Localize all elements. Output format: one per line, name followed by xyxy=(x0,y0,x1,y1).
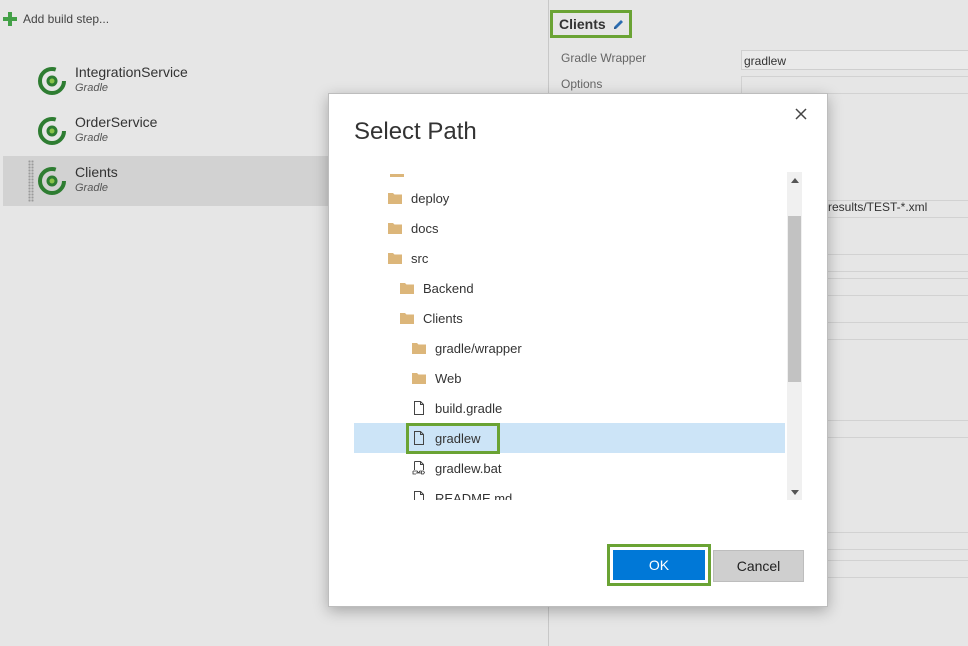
folder-icon xyxy=(400,313,414,324)
ok-button-highlight: OK xyxy=(607,544,711,586)
step-name: IntegrationService xyxy=(75,64,188,80)
file-icon xyxy=(414,431,424,445)
tree-item-readme[interactable]: README.md xyxy=(354,483,785,500)
pencil-icon[interactable] xyxy=(612,18,625,31)
build-step-orderservice[interactable]: OrderService Gradle xyxy=(3,106,329,156)
tree-item-docs[interactable]: docs xyxy=(354,213,785,243)
folder-icon xyxy=(388,223,402,234)
tree-item-label: Web xyxy=(435,370,462,386)
scroll-up-button[interactable] xyxy=(787,172,802,188)
add-build-step-button[interactable]: Add build step... xyxy=(3,12,109,26)
file-icon xyxy=(414,491,424,500)
folder-icon xyxy=(400,283,414,294)
tree-item-src[interactable]: src xyxy=(354,243,785,273)
tree-item-gradlew[interactable]: gradlew xyxy=(354,423,785,454)
dialog-title: Select Path xyxy=(354,118,477,145)
tree-item-backend[interactable]: Backend xyxy=(354,273,785,303)
step-type: Gradle xyxy=(75,182,109,194)
path-tree: deploy docs src Backend Clients gradle/w… xyxy=(354,174,785,500)
gradle-task-icon xyxy=(38,167,66,195)
step-name: Clients xyxy=(75,164,118,180)
gradle-task-icon xyxy=(38,67,66,95)
step-title[interactable]: Clients xyxy=(550,10,632,38)
tree-item-label: build.gradle xyxy=(435,400,503,416)
gradle-wrapper-input[interactable]: gradlew xyxy=(741,50,968,70)
step-title-text: Clients xyxy=(559,16,606,32)
tree-item-label: gradlew.bat xyxy=(435,460,502,476)
arrow-up-icon xyxy=(790,177,799,183)
options-label: Options xyxy=(561,77,603,91)
tree-scrollbar[interactable] xyxy=(787,172,802,500)
options-input[interactable] xyxy=(741,76,968,94)
build-step-integrationservice[interactable]: IntegrationService Gradle xyxy=(3,56,329,106)
step-type: Gradle xyxy=(75,82,109,94)
tree-item-label: gradlew xyxy=(435,430,481,446)
tree-item-label: src xyxy=(411,250,429,266)
arrow-down-icon xyxy=(790,489,799,495)
file-icon xyxy=(414,401,424,415)
folder-icon xyxy=(388,193,402,204)
tree-item-deploy[interactable]: deploy xyxy=(354,183,785,213)
scroll-down-button[interactable] xyxy=(787,484,802,500)
tree-item-label: gradle/wrapper xyxy=(435,340,522,356)
tree-item-label: Backend xyxy=(423,280,474,296)
step-type: Gradle xyxy=(75,132,109,144)
tree-item-label: deploy xyxy=(411,190,450,206)
cmd-file-icon xyxy=(412,461,426,475)
folder-icon xyxy=(390,174,404,177)
add-build-step-label: Add build step... xyxy=(23,12,110,26)
ok-button[interactable]: OK xyxy=(613,550,705,580)
drag-handle[interactable] xyxy=(28,160,34,202)
tree-item-gradlew-bat[interactable]: gradlew.bat xyxy=(354,453,785,483)
gradle-wrapper-label: Gradle Wrapper xyxy=(561,51,647,65)
folder-icon xyxy=(412,343,426,354)
folder-icon xyxy=(388,253,402,264)
tree-item-label: Clients xyxy=(423,310,463,326)
tree-item-label: docs xyxy=(411,220,439,236)
tree-item-gradle-wrapper[interactable]: gradle/wrapper xyxy=(354,333,785,363)
select-path-dialog: Select Path deploy docs src Backend Clie… xyxy=(328,93,828,607)
gradle-task-icon xyxy=(38,117,66,145)
tree-item-build-gradle[interactable]: build.gradle xyxy=(354,393,785,423)
test-results-value: -results/TEST-*.xml xyxy=(824,200,928,214)
step-name: OrderService xyxy=(75,114,158,130)
close-icon[interactable] xyxy=(791,104,811,124)
scroll-thumb[interactable] xyxy=(788,216,801,382)
folder-icon xyxy=(412,373,426,384)
build-step-clients[interactable]: Clients Gradle xyxy=(3,156,329,206)
tree-item-label: README.md xyxy=(435,490,513,501)
cancel-button[interactable]: Cancel xyxy=(713,550,804,582)
tree-item-web[interactable]: Web xyxy=(354,363,785,393)
tree-item-clients[interactable]: Clients xyxy=(354,303,785,333)
plus-icon xyxy=(3,12,17,26)
